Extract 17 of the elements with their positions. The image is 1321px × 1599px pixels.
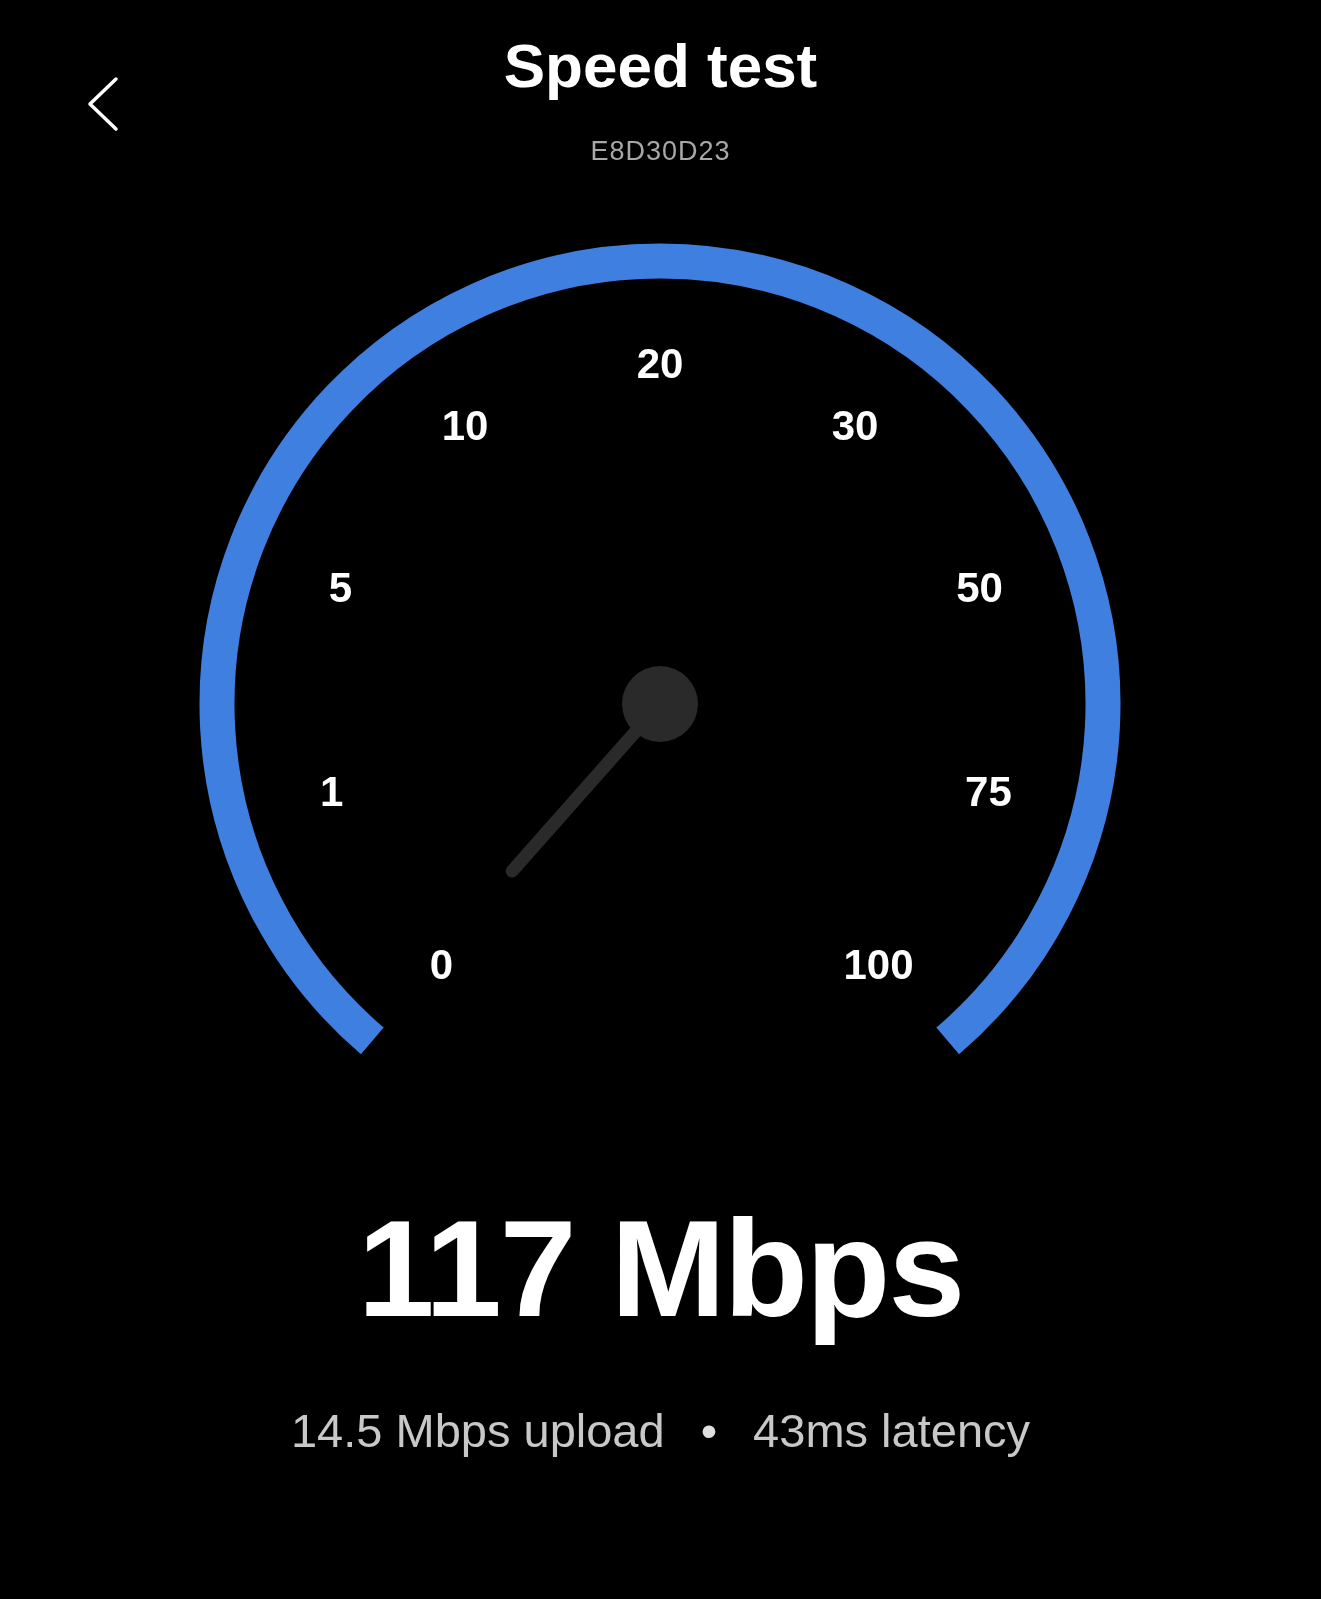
scale-label: 10 — [441, 401, 489, 450]
separator-dot: • — [700, 1403, 718, 1459]
scale-label: 5 — [328, 563, 353, 612]
chevron-left-icon — [86, 76, 120, 132]
latency: 43ms latency — [753, 1403, 1030, 1459]
scale-label: 100 — [843, 940, 914, 989]
scale-label: 0 — [429, 940, 454, 989]
upload-speed: 14.5 Mbps upload — [290, 1403, 665, 1459]
device-id: E8D30D23 — [590, 136, 731, 166]
page-title: Speed test — [503, 30, 818, 102]
scale-label: 1 — [319, 768, 344, 816]
download-speed: 117 Mbps — [357, 1190, 964, 1347]
scale-label: 50 — [956, 563, 1003, 612]
back-button[interactable] — [86, 76, 120, 132]
scale-label: 75 — [965, 768, 1012, 816]
scale-label: 20 — [636, 340, 684, 388]
scale-label: 30 — [831, 401, 879, 450]
